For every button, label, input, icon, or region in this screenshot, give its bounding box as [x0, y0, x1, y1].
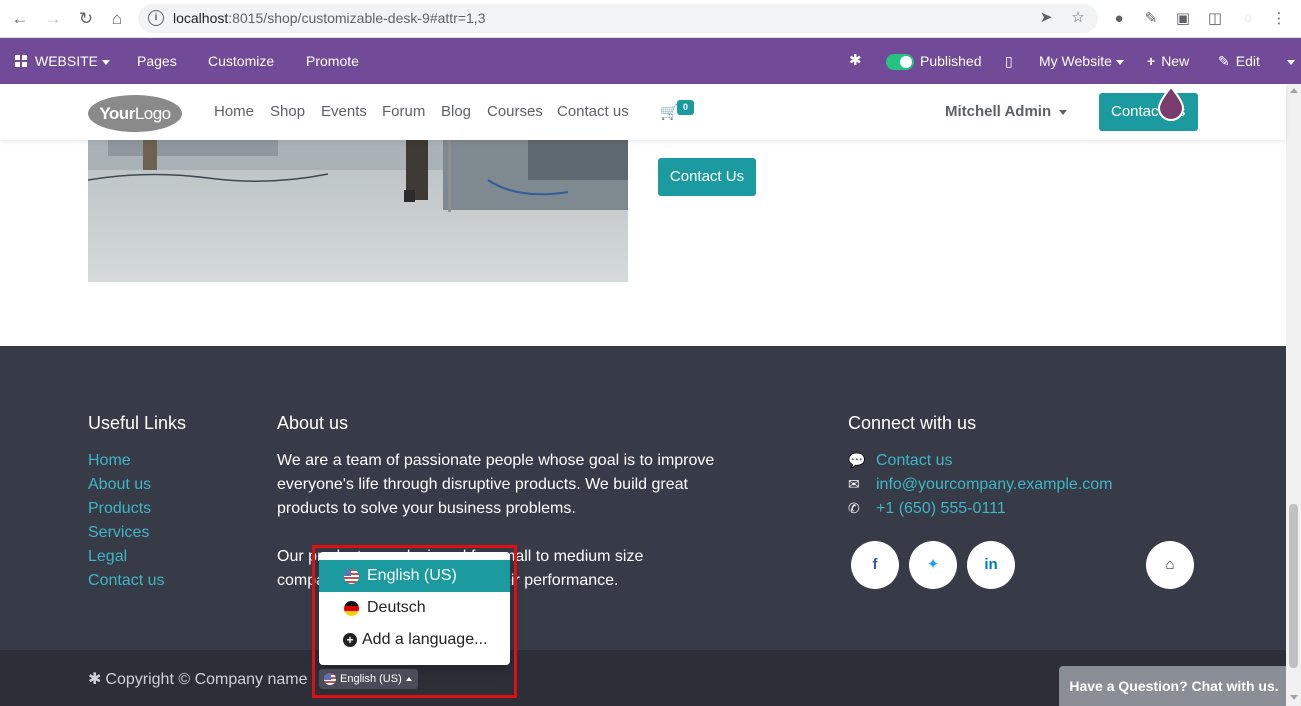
website-menu[interactable]: WEBSITE	[15, 38, 111, 84]
scrollbar-thumb[interactable]	[1289, 504, 1298, 668]
product-image	[88, 140, 628, 282]
my-website-menu[interactable]: My Website	[1039, 38, 1124, 84]
scroll-up-icon[interactable]	[1290, 88, 1298, 93]
nav-courses[interactable]: Courses	[487, 103, 543, 120]
nav-contact-us[interactable]: Contact us	[557, 103, 629, 120]
contact-us-button[interactable]: Contact Us	[658, 158, 756, 196]
facebook-icon[interactable]: f	[851, 541, 899, 589]
comment-icon: 💬	[848, 452, 866, 468]
mobile-preview-icon[interactable]: ▯	[1005, 38, 1013, 84]
nav-forum[interactable]: Forum	[382, 103, 425, 120]
footer-link-about[interactable]: About us	[88, 476, 151, 494]
nav-events[interactable]: Events	[321, 103, 367, 120]
plus-icon: +	[1147, 53, 1156, 69]
toggle-switch-icon	[886, 54, 914, 71]
eyedropper-icon[interactable]: ✎	[1141, 9, 1161, 29]
edit-button[interactable]: ✎ Edit	[1218, 38, 1260, 84]
footer-link-services[interactable]: Services	[88, 524, 149, 542]
url-text: localhost:8015/shop/customizable-desk-9#…	[173, 10, 486, 26]
warehouse-scene-image	[88, 140, 628, 212]
reload-icon[interactable]: ↻	[76, 9, 96, 29]
site-header: YourLogo Home Shop Events Forum Blog Cou…	[0, 84, 1286, 140]
user-menu[interactable]: Mitchell Admin	[945, 103, 1068, 120]
company-logo[interactable]: YourLogo	[88, 95, 182, 132]
apps-grid-icon	[15, 55, 27, 67]
editor-drop-marker-icon	[1157, 85, 1185, 121]
cart-count-badge: 0	[677, 100, 694, 115]
live-chat-button[interactable]: Have a Question? Chat with us.	[1059, 666, 1289, 706]
side-panel-icon[interactable]: ◫	[1205, 9, 1225, 29]
useful-links-title: Useful Links	[88, 413, 187, 433]
connect-title: Connect with us	[848, 413, 977, 433]
footer-link-home[interactable]: Home	[88, 452, 131, 470]
about-text-line: everyone's life through disruptive produ…	[277, 476, 688, 493]
send-tab-icon[interactable]: ➤	[1036, 8, 1056, 28]
debug-bug-icon[interactable]: ✱	[849, 38, 862, 84]
twitter-icon[interactable]: ✦	[909, 541, 957, 589]
nav-home[interactable]: Home	[214, 103, 254, 120]
new-button[interactable]: + New	[1147, 38, 1189, 84]
promote-menu[interactable]: Promote	[306, 38, 359, 84]
connect-contact-row[interactable]: 💬 Contact us	[848, 452, 952, 470]
back-icon[interactable]: ←	[10, 9, 30, 29]
customize-menu[interactable]: Customize	[208, 38, 274, 84]
bug-icon: ✱	[88, 671, 102, 688]
scroll-down-icon[interactable]	[1290, 695, 1298, 700]
extensions-puzzle-icon[interactable]: ▣	[1173, 9, 1193, 29]
browser-menu-icon[interactable]: ⋮	[1269, 9, 1289, 29]
about-text-line: products to solve your business problems…	[277, 500, 576, 517]
footer: Useful Links Home About us Products Serv…	[0, 346, 1286, 650]
website-admin-bar: WEBSITE Pages Customize Promote ✱ Publis…	[0, 38, 1301, 84]
about-us-title: About us	[277, 413, 349, 433]
overflow-caret-icon[interactable]	[1283, 38, 1295, 84]
phone-icon: ✆	[848, 500, 860, 516]
footer-link-legal[interactable]: Legal	[88, 548, 127, 566]
connect-phone-row[interactable]: ✆ +1 (650) 555-0111	[848, 500, 1006, 518]
about-text-line: We are a team of passionate people whose…	[277, 452, 715, 469]
pages-menu[interactable]: Pages	[137, 38, 177, 84]
connect-email-row[interactable]: ✉ info@yourcompany.example.com	[848, 476, 1113, 494]
site-info-icon[interactable]: i	[148, 10, 164, 26]
footer-link-products[interactable]: Products	[88, 500, 151, 518]
forward-icon[interactable]: →	[43, 9, 63, 29]
nav-shop[interactable]: Shop	[270, 103, 305, 120]
address-bar[interactable]: i localhost:8015/shop/customizable-desk-…	[138, 4, 1098, 33]
cart-icon[interactable]: 🛒	[660, 103, 679, 121]
pencil-icon: ✎	[1218, 53, 1230, 69]
extension-monkey-icon[interactable]: ●	[1109, 9, 1129, 29]
nav-blog[interactable]: Blog	[441, 103, 471, 120]
publish-toggle[interactable]: Published	[886, 38, 982, 84]
footer-link-contact[interactable]: Contact us	[88, 572, 164, 590]
linkedin-icon[interactable]: in	[967, 541, 1015, 589]
highlight-annotation-box	[312, 545, 517, 698]
profile-icon[interactable]: ○	[1238, 9, 1258, 29]
browser-toolbar: ← → ↻ ⌂ i localhost:8015/shop/customizab…	[0, 0, 1301, 38]
copyright-text: ✱ Copyright © Company name	[88, 671, 308, 688]
envelope-icon: ✉	[848, 476, 860, 492]
home-icon[interactable]: ⌂	[107, 9, 127, 29]
home-social-icon[interactable]: ⌂	[1146, 541, 1194, 589]
bookmark-star-icon[interactable]: ☆	[1068, 8, 1088, 28]
